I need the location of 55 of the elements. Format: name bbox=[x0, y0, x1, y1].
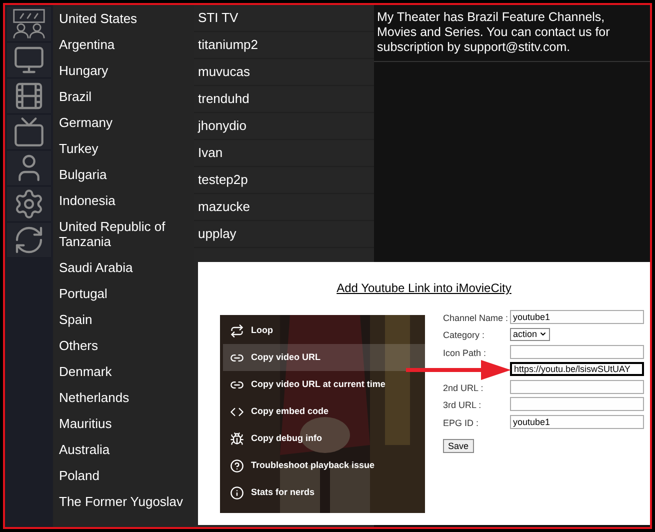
settings-icon[interactable] bbox=[7, 187, 51, 221]
country-item[interactable]: The Former Yugoslav bbox=[53, 488, 194, 514]
text-field[interactable]: youtube1 bbox=[510, 310, 644, 324]
arrow-icon bbox=[406, 358, 511, 382]
tv-icon[interactable] bbox=[7, 115, 51, 149]
country-item[interactable]: Saudi Arabia bbox=[53, 254, 194, 280]
description-text: My Theater has Brazil Feature Channels, Movies and Series. You can contact us for subscription by support@stitv.com. bbox=[377, 10, 611, 55]
field-label: Channel Name : bbox=[443, 312, 508, 323]
monitor-icon[interactable] bbox=[7, 43, 51, 77]
country-item[interactable]: Portugal bbox=[53, 280, 194, 306]
user-icon[interactable] bbox=[7, 151, 51, 185]
save-button[interactable]: Save bbox=[443, 438, 474, 452]
loop-icon bbox=[230, 324, 244, 338]
refresh-icon[interactable] bbox=[7, 223, 51, 257]
text-field[interactable]: youtube1 bbox=[510, 414, 644, 429]
film-icon[interactable] bbox=[7, 79, 51, 113]
field-label: 3rd URL : bbox=[443, 400, 482, 410]
text-field[interactable]: https://youtu.be/lsiswSUtUAY bbox=[510, 362, 644, 376]
video-menu-item[interactable]: Troubleshoot playback issue bbox=[223, 452, 425, 479]
country-item[interactable]: Bulgaria bbox=[53, 161, 194, 187]
country-item[interactable]: Poland bbox=[53, 462, 194, 488]
inset-title: Add Youtube Link into iMovieCity bbox=[336, 280, 512, 297]
text-field[interactable] bbox=[510, 397, 644, 412]
chevron-icon bbox=[539, 330, 548, 338]
info-icon bbox=[230, 486, 244, 500]
country-item[interactable]: Hungary bbox=[53, 57, 194, 83]
video-menu-item[interactable]: Copy debug info bbox=[223, 425, 425, 452]
field-label: Icon Path : bbox=[443, 348, 486, 358]
country-item[interactable]: Indonesia bbox=[53, 187, 194, 213]
video-menu-item[interactable]: Copy video URL bbox=[223, 344, 425, 371]
bug-icon bbox=[230, 432, 244, 446]
video-menu-item[interactable]: Stats for nerds bbox=[223, 479, 425, 506]
country-item[interactable]: United States bbox=[53, 5, 194, 31]
video-menu-item[interactable]: Copy video URL at current time bbox=[223, 371, 425, 398]
country-item[interactable]: Germany bbox=[53, 109, 194, 135]
country-item[interactable]: Argentina bbox=[53, 31, 194, 57]
video-menu-item[interactable]: Loop bbox=[223, 317, 425, 344]
field-label: EPG ID : bbox=[443, 418, 479, 428]
theater-icon[interactable] bbox=[7, 7, 51, 41]
country-item[interactable]: Australia bbox=[53, 436, 194, 462]
text-field[interactable] bbox=[510, 344, 644, 359]
country-item[interactable]: United Republic of Tanzania bbox=[53, 213, 194, 254]
text-field[interactable] bbox=[510, 380, 644, 394]
help-icon bbox=[230, 458, 244, 472]
country-item[interactable]: Brazil bbox=[53, 83, 194, 109]
field-label: Category : bbox=[443, 330, 485, 340]
video-menu-item[interactable]: Copy embed code bbox=[223, 398, 425, 425]
category-select[interactable]: action bbox=[510, 328, 550, 341]
country-item[interactable]: Netherlands bbox=[53, 384, 194, 410]
country-item[interactable]: Turkey bbox=[53, 135, 194, 161]
country-item[interactable]: Others bbox=[53, 332, 194, 358]
field-label: 2nd URL : bbox=[443, 382, 484, 393]
country-item[interactable]: Mauritius bbox=[53, 410, 194, 436]
country-item[interactable]: Spain bbox=[53, 306, 194, 332]
country-item[interactable]: Denmark bbox=[53, 358, 194, 384]
